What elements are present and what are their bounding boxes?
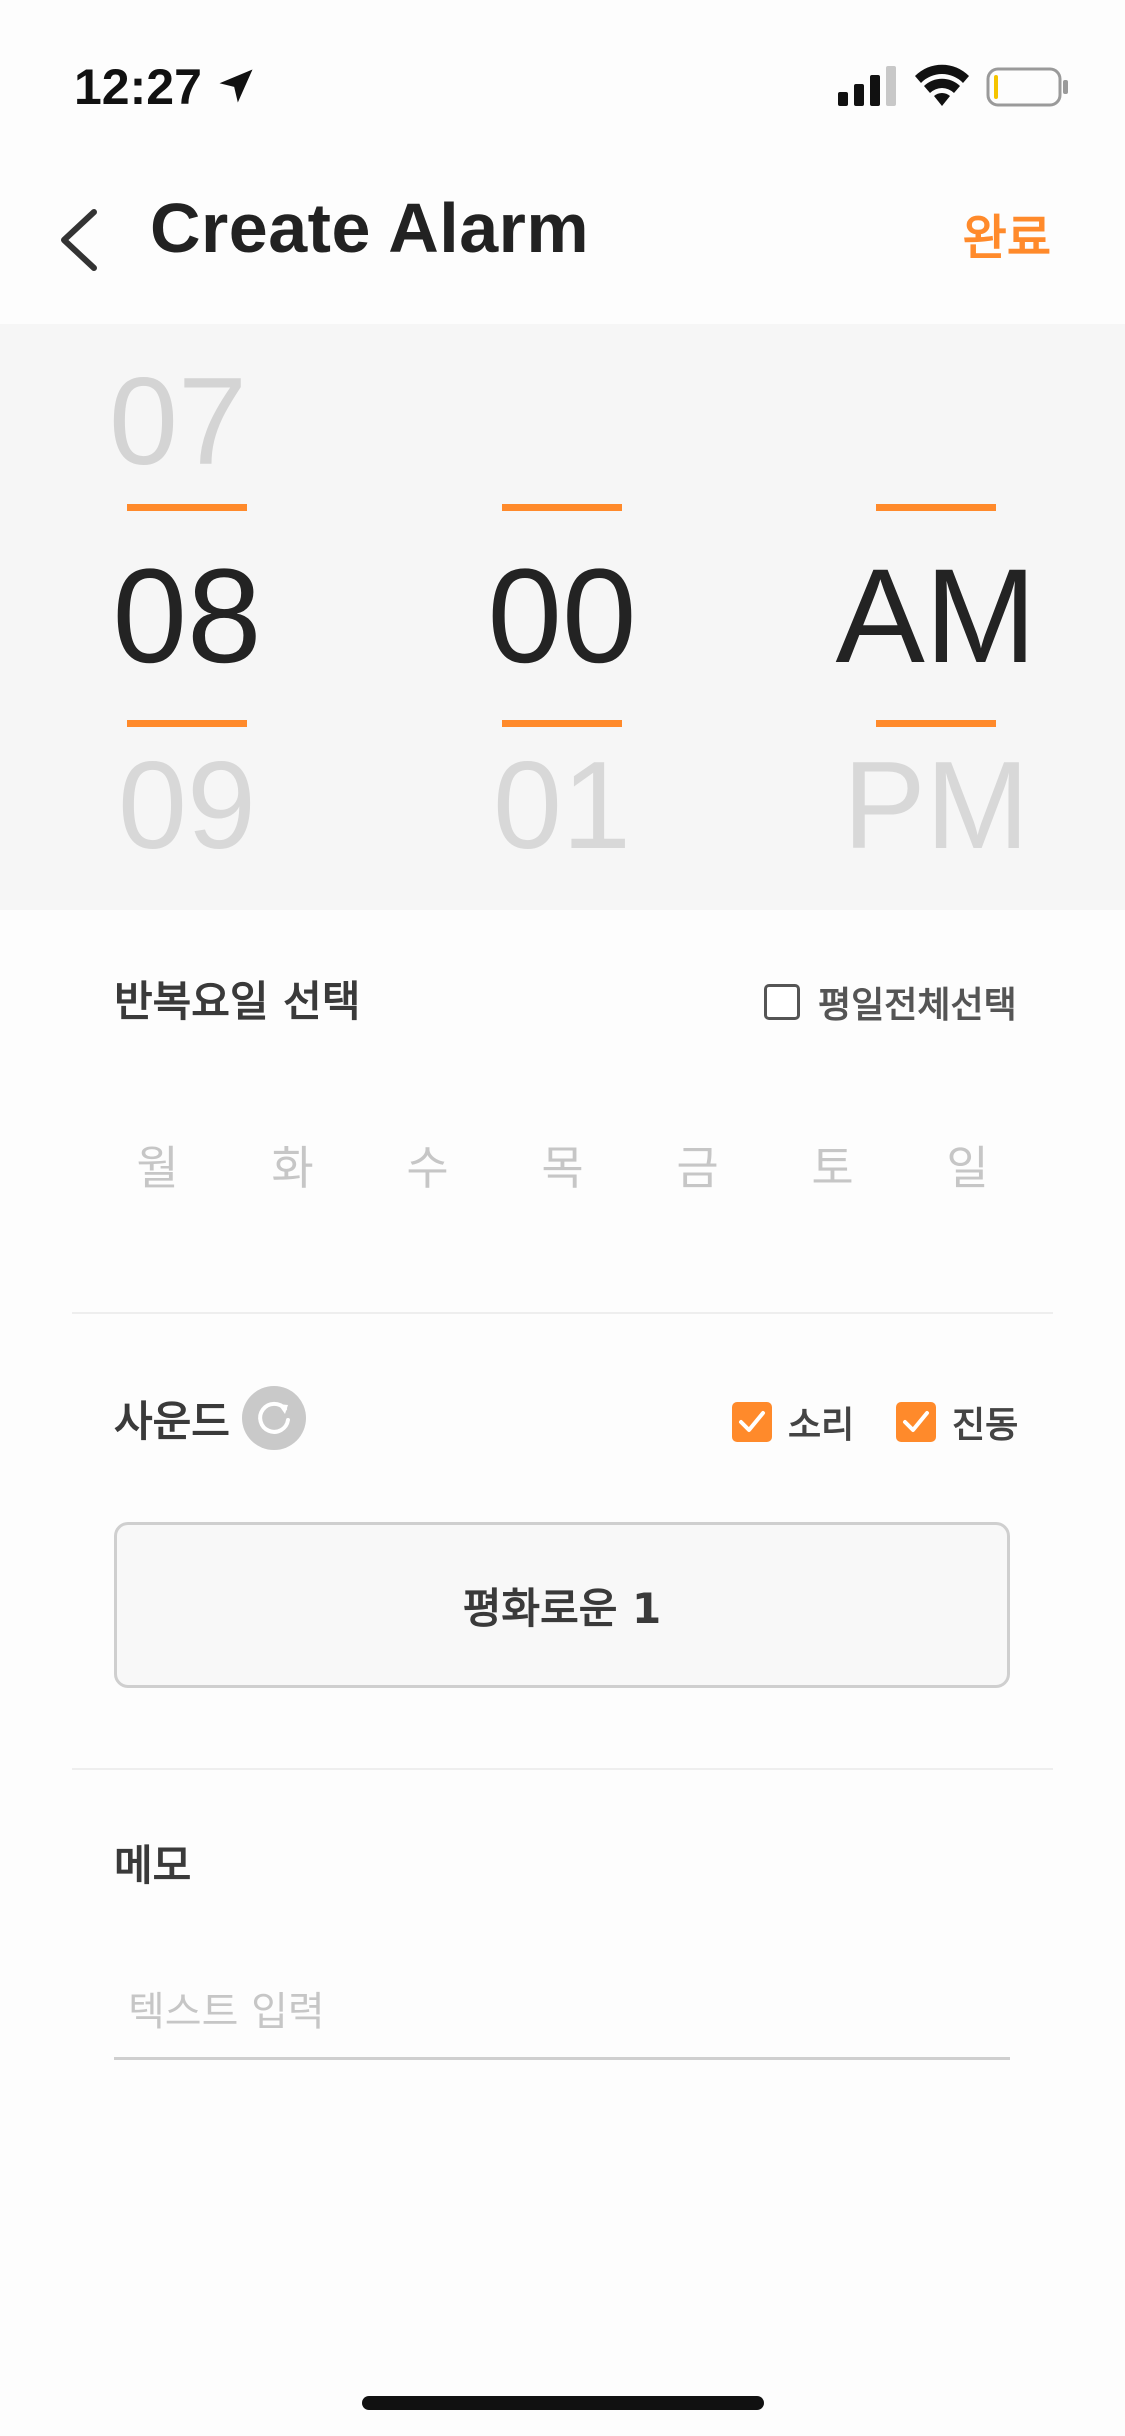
memo-input[interactable] [114,1966,1010,2060]
checkmark-icon [739,1411,765,1432]
day-thu[interactable]: 목 [495,1132,630,1198]
home-indicator [362,2396,764,2410]
day-sat[interactable]: 토 [765,1132,900,1198]
weekdays-checkbox[interactable] [764,984,800,1020]
vibrate-option[interactable]: 진동 [896,1396,1018,1448]
weekdays-checkbox-label: 평일전체선택 [818,985,1017,1026]
minute-selection-line-bottom [502,720,622,727]
done-button[interactable]: 완료 [963,198,1051,268]
sound-option[interactable]: 소리 [732,1396,854,1448]
checkmark-icon [903,1411,929,1432]
ampm-selected: AM [835,542,1037,691]
status-bar: 12:27 [0,0,1125,140]
ampm-selection-line-bottom [876,720,996,727]
minute-selected: 00 [487,542,637,691]
hour-selected: 08 [112,542,262,691]
vibrate-checkbox[interactable] [896,1402,936,1442]
hour-selection-line-top [127,504,247,511]
refresh-icon [258,1401,290,1434]
location-arrow-icon [219,69,253,103]
battery-icon [986,67,1068,107]
divider [72,1312,1053,1314]
hour-wheel[interactable]: 07 08 09 [47,324,327,910]
day-fri[interactable]: 금 [630,1132,765,1198]
status-time: 12:27 [74,59,202,115]
select-all-weekdays-toggle[interactable]: 평일전체선택 [764,976,1017,1028]
hour-prev: 07 [109,353,247,491]
back-chevron-icon[interactable] [52,200,112,280]
minute-wheel[interactable]: 00 01 [422,324,702,910]
sound-option-label: 소리 [788,1405,855,1446]
hour-selection-line-bottom [127,720,247,727]
hour-next: 09 [118,737,256,875]
day-wed[interactable]: 수 [360,1132,495,1198]
divider [72,1768,1053,1770]
header: Create Alarm 완료 [0,160,1125,290]
sound-select-button[interactable]: 평화로운 1 [114,1522,1010,1688]
ampm-wheel[interactable]: AM PM [796,324,1076,910]
day-tue[interactable]: 화 [225,1132,360,1198]
wifi-icon [915,64,969,106]
create-alarm-screen: 12:27 Create Alarm 완료 07 08 09 00 01 AM … [0,0,1125,2436]
minute-selection-line-top [502,504,622,511]
day-sun[interactable]: 일 [900,1132,1035,1198]
refresh-sound-button[interactable] [242,1386,306,1450]
day-mon[interactable]: 월 [90,1132,225,1198]
time-picker: 07 08 09 00 01 AM PM [0,324,1125,910]
sound-label: 사운드 [114,1397,230,1446]
memo-label: 메모 [114,1841,192,1890]
cellular-signal-icon [838,66,896,106]
vibrate-option-label: 진동 [952,1405,1019,1446]
page-title: Create Alarm [150,189,590,267]
weekday-selector: 월 화 수 목 금 토 일 [90,1132,1035,1198]
ampm-next: PM [843,737,1029,875]
ampm-selection-line-top [876,504,996,511]
sound-checkbox[interactable] [732,1402,772,1442]
repeat-days-label: 반복요일 선택 [114,977,361,1026]
minute-next: 01 [493,737,631,875]
